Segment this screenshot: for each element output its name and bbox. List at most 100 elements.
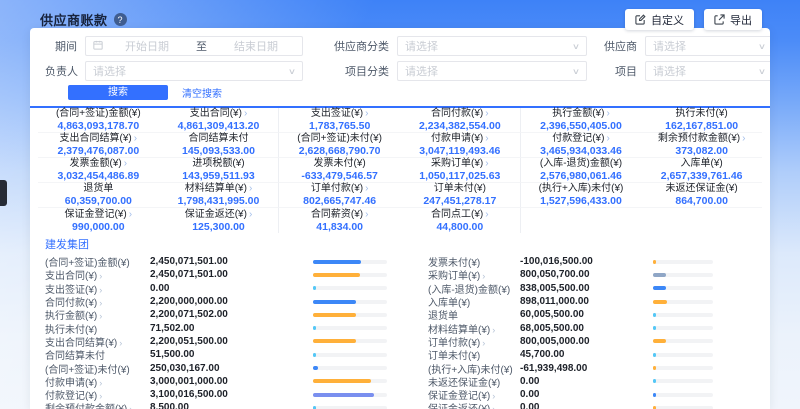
group-name-link[interactable]: 建发集团 <box>45 237 89 253</box>
stat-cell[interactable]: 合同点工(¥)›44,800.00 <box>400 208 521 233</box>
group-row-bar <box>653 273 713 277</box>
group-row: 采购订单(¥)›800,050,700.00 <box>428 268 755 281</box>
group-row-value: 2,450,071,501.00 <box>150 269 313 280</box>
stat-cell[interactable]: 材料结算单(¥)›1,798,431,995.00 <box>159 183 280 208</box>
export-button[interactable]: 导出 <box>704 9 762 30</box>
group-row-bar <box>653 366 713 370</box>
group-left-column: (合同+签证)金额(¥)2,450,071,501.00支出合同(¥)›2,45… <box>45 255 400 409</box>
stat-cell[interactable]: 执行金额(¥)›2,396,550,405.00 <box>521 108 642 133</box>
stat-value: 3,465,934,033.46 <box>521 145 642 157</box>
group-row-bar-fill <box>313 313 356 317</box>
title-bar: 供应商账款 ? 自定义 导出 <box>40 9 762 30</box>
stat-label: 支出合同(¥)› <box>159 108 279 119</box>
chevron-down-icon: ∨ <box>758 67 766 76</box>
stat-value: 143,959,511.93 <box>159 170 279 182</box>
stat-label: 进项税额(¥) <box>159 158 279 169</box>
stat-label: (执行+入库)未付(¥) <box>521 183 642 194</box>
customize-button[interactable]: 自定义 <box>625 9 694 30</box>
stat-cell[interactable]: 保证金返还(¥)›125,300.00 <box>159 208 280 233</box>
stat-cell[interactable]: 支出签证(¥)›1,783,765.50 <box>279 108 400 133</box>
stat-cell[interactable]: 订单付款(¥)›802,665,747.46 <box>279 183 400 208</box>
group-row-bar-fill <box>653 353 656 357</box>
group-row-value: 0.00 <box>520 402 653 409</box>
stat-cell: 未返还保证金(¥)864,700.00 <box>641 183 762 208</box>
group-row-bar <box>313 366 387 370</box>
chevron-down-icon: ∨ <box>572 67 580 76</box>
help-icon[interactable]: ? <box>114 13 127 26</box>
stat-cell[interactable]: 发票金额(¥)›3,032,454,486.89 <box>38 158 159 183</box>
clear-search-link[interactable]: 清空搜索 <box>182 85 222 100</box>
stat-cell[interactable]: 合同付款(¥)›2,234,382,554.00 <box>400 108 521 133</box>
group-row-label[interactable]: 保证金返还(¥)› <box>428 400 520 409</box>
stat-value: 44,800.00 <box>400 221 520 233</box>
stat-label: 未返还保证金(¥) <box>641 183 762 194</box>
stat-value: 4,863,093,178.70 <box>38 120 159 132</box>
page-title: 供应商账款 <box>40 10 108 29</box>
customize-label: 自定义 <box>651 12 684 28</box>
chevron-right-icon: › <box>124 158 127 169</box>
stat-cell[interactable]: 保证金登记(¥)›990,000.00 <box>38 208 159 233</box>
stat-cell[interactable]: 付款申请(¥)›3,047,119,493.46 <box>400 133 521 158</box>
group-row: 未返还保证金(¥)0.00 <box>428 375 755 388</box>
filter-project-category-select[interactable]: 请选择 ∨ <box>397 61 587 81</box>
filter-period-range[interactable]: 开始日期至结束日期 <box>85 36 303 56</box>
stat-label: (合同+签证)金额(¥) <box>38 108 159 119</box>
stat-cell[interactable]: 支出合同结算(¥)›2,379,476,087.00 <box>38 133 159 158</box>
group-row-bar-fill <box>313 353 316 357</box>
stat-cell[interactable]: 剩余预付款金额(¥)›373,082.00 <box>641 133 762 158</box>
end-date-placeholder: 结束日期 <box>217 38 295 54</box>
stat-cell: (执行+入库)未付(¥)1,527,596,433.00 <box>521 183 642 208</box>
group-row-bar <box>313 393 387 397</box>
group-row-bar-fill <box>313 379 371 383</box>
chevron-right-icon: › <box>485 209 488 220</box>
stat-cell[interactable]: 采购订单(¥)›1,050,117,025.63 <box>400 158 521 183</box>
stat-label: 保证金返还(¥)› <box>159 209 279 220</box>
group-row-bar-fill <box>653 300 667 304</box>
filter-supplier-category-select[interactable]: 请选择∨ <box>397 36 587 56</box>
stat-value: 802,665,747.46 <box>279 195 400 207</box>
stat-cell: 订单未付(¥)247,451,278.17 <box>400 183 521 208</box>
group-row: 材料结算单(¥)›68,005,500.00 <box>428 321 755 334</box>
search-button[interactable]: 搜索 <box>68 85 168 100</box>
edit-icon <box>635 14 646 25</box>
group-row-value: 68,005,500.00 <box>520 323 653 334</box>
stat-value: 2,576,980,061.46 <box>521 170 642 182</box>
filter-label-project: 项目 <box>595 63 637 79</box>
stat-label: 订单付款(¥)› <box>279 183 400 194</box>
filter-supplier-select[interactable]: 请选择∨ <box>645 36 770 56</box>
stat-cell[interactable]: 合同薪资(¥)›41,834.00 <box>279 208 400 233</box>
select-placeholder: 请选择 <box>405 38 438 54</box>
group-row-value: 2,200,071,502.00 <box>150 309 313 320</box>
stat-value: -633,479,546.57 <box>279 170 400 182</box>
stat-cell[interactable]: 支出合同(¥)›4,861,309,413.20 <box>159 108 280 133</box>
filter-label-project-category: 项目分类 <box>311 63 389 79</box>
page-background: 供应商账款 ? 自定义 导出 <box>0 0 800 409</box>
group-row-bar <box>653 260 713 264</box>
stat-value: 247,451,278.17 <box>400 195 520 207</box>
stat-value: 2,396,550,405.00 <box>521 120 642 132</box>
chevron-down-icon: ∨ <box>288 67 296 76</box>
group-row-value: 60,005,500.00 <box>520 309 653 320</box>
stat-value: 2,628,668,790.70 <box>279 145 400 157</box>
group-row-bar <box>313 339 387 343</box>
stat-label: 合同薪资(¥)› <box>279 209 400 220</box>
stat-label: 合同点工(¥)› <box>400 209 520 220</box>
group-row-bar <box>653 313 713 317</box>
stat-value: 3,032,454,486.89 <box>38 170 159 182</box>
side-drawer-handle[interactable] <box>0 180 7 206</box>
export-label: 导出 <box>730 12 752 28</box>
group-row-label[interactable]: 剩余预付款金额(¥)› <box>45 400 150 409</box>
select-placeholder: 请选择 <box>405 63 438 79</box>
group-row: 执行金额(¥)›2,200,071,502.00 <box>45 308 400 321</box>
group-row-value: 51,500.00 <box>150 349 313 360</box>
group-row-value: -61,939,498.00 <box>520 363 653 374</box>
stat-value: 2,657,339,761.46 <box>641 170 762 182</box>
filter-project-select[interactable]: 请选择∨ <box>645 61 770 81</box>
stat-cell[interactable]: 付款登记(¥)›3,465,934,033.46 <box>521 133 642 158</box>
stat-label: 支出签证(¥)› <box>279 108 400 119</box>
filter-owner-select[interactable]: 请选择∨ <box>85 61 303 81</box>
stat-label: (入库-退货)金额(¥) <box>521 158 642 169</box>
chevron-right-icon: › <box>129 209 132 220</box>
stat-label: 材料结算单(¥)› <box>159 183 279 194</box>
group-row-bar-fill <box>653 339 666 343</box>
